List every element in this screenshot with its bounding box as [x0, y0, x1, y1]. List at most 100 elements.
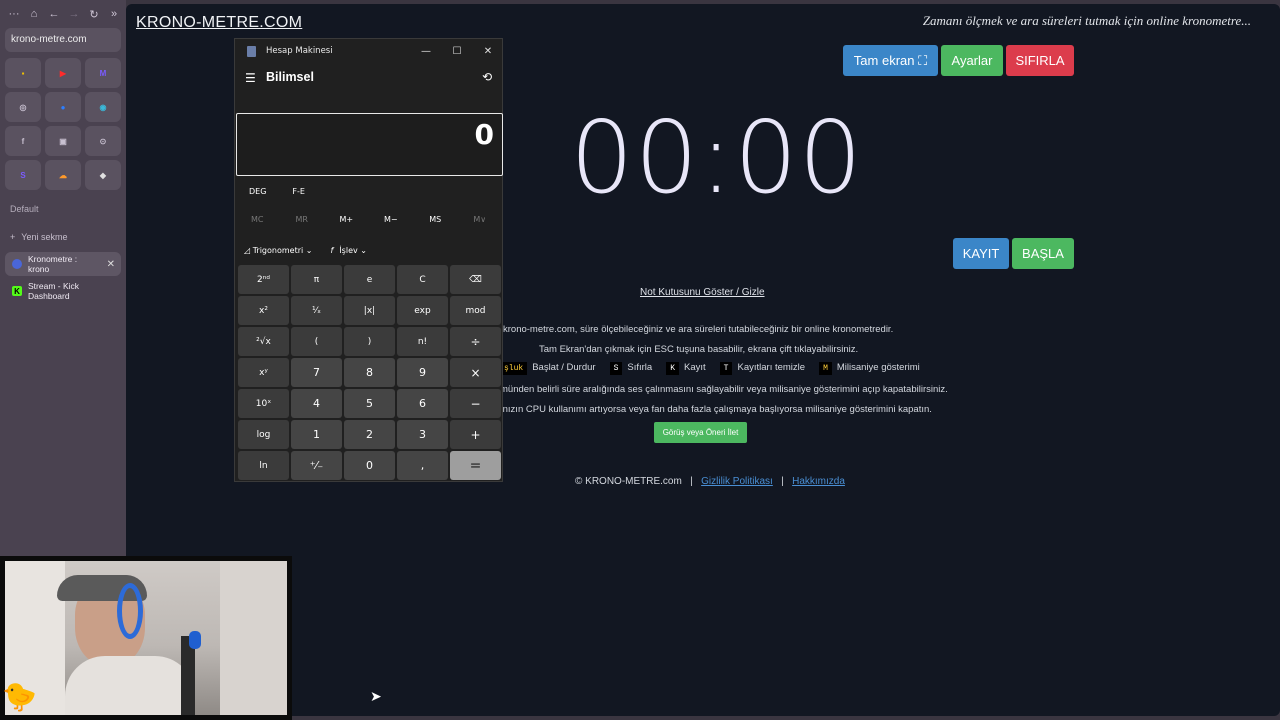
pinned-tab-7[interactable]: f: [5, 126, 41, 156]
calc-key[interactable]: exp: [397, 296, 448, 325]
calc-key[interactable]: 7: [291, 358, 342, 387]
calculator-header: ☰ Bilimsel ⟲: [235, 67, 502, 91]
memory-button-5[interactable]: M∨: [458, 215, 503, 224]
calc-key[interactable]: +: [450, 420, 501, 449]
trigonometry-dropdown[interactable]: ◿ Trigonometri ⌄: [244, 246, 312, 255]
calc-key[interactable]: 6: [397, 389, 448, 418]
pinned-tab-6[interactable]: ◉: [85, 92, 121, 122]
memory-button-1[interactable]: MR: [280, 215, 325, 224]
calculator-mode-title: Bilimsel: [266, 70, 314, 84]
pinned-tab-9[interactable]: ⊙: [85, 126, 121, 156]
space-label: Default: [10, 204, 39, 214]
calc-key[interactable]: 3: [397, 420, 448, 449]
pinned-tab-12[interactable]: ◆: [85, 160, 121, 190]
memory-button-0[interactable]: MC: [235, 215, 280, 224]
fullscreen-button[interactable]: Tam ekran ⛶: [843, 45, 938, 76]
pinned-tab-10[interactable]: S: [5, 160, 41, 190]
calc-key[interactable]: 0: [344, 451, 395, 480]
pinned-tab-11[interactable]: ☁: [45, 160, 81, 190]
back-icon[interactable]: ←: [44, 4, 64, 24]
pinned-tab-3[interactable]: M: [85, 58, 121, 88]
calc-key[interactable]: ÷: [450, 327, 501, 356]
maximize-icon[interactable]: ☐: [442, 43, 472, 59]
more-icon[interactable]: »: [104, 4, 124, 24]
address-bar[interactable]: krono-metre.com: [5, 28, 121, 52]
calc-key[interactable]: ,: [397, 451, 448, 480]
hamburger-menu-icon[interactable]: ☰: [245, 71, 257, 85]
memory-button-4[interactable]: MS: [413, 215, 458, 224]
pinned-tab-8[interactable]: ▣: [45, 126, 81, 156]
feedback-button[interactable]: Görüş veya Öneri İlet: [654, 422, 747, 443]
function-dropdown[interactable]: f İşlev ⌄: [330, 246, 366, 255]
calc-key[interactable]: =: [450, 451, 501, 480]
calc-key[interactable]: ⁺⁄₋: [291, 451, 342, 480]
settings-button[interactable]: Ayarlar: [941, 45, 1003, 76]
memory-row: MC MR M+ M− MS M∨: [235, 215, 502, 224]
footer-separator: |: [690, 476, 693, 487]
calc-key[interactable]: 1: [291, 420, 342, 449]
calc-key[interactable]: ln: [238, 451, 289, 480]
pinned-site-icon: ▣: [59, 136, 67, 146]
calc-key[interactable]: 2: [344, 420, 395, 449]
home-icon[interactable]: ⌂: [24, 4, 44, 24]
kick-favicon-icon: K: [12, 286, 22, 296]
memory-button-2[interactable]: M+: [324, 215, 369, 224]
record-button[interactable]: KAYIT: [953, 238, 1009, 269]
calc-key[interactable]: 10ˣ: [238, 389, 289, 418]
calculator-app-icon: [247, 45, 256, 57]
calc-key[interactable]: ¹⁄ₓ: [291, 296, 342, 325]
calc-key[interactable]: mod: [450, 296, 501, 325]
close-tab-icon[interactable]: ✕: [107, 259, 115, 270]
calc-key[interactable]: ²√x: [238, 327, 289, 356]
tab-title: Kronometre : krono: [28, 254, 78, 274]
calc-key[interactable]: xʸ: [238, 358, 289, 387]
calc-key[interactable]: 2ⁿᵈ: [238, 265, 289, 294]
function-row: ◿ Trigonometri ⌄ f İşlev ⌄: [244, 246, 367, 255]
calc-key[interactable]: ⌫: [450, 265, 501, 294]
triangle-icon: ◿: [244, 246, 253, 255]
calc-key[interactable]: 4: [291, 389, 342, 418]
calculator-display: 0: [236, 113, 503, 176]
menu-icon[interactable]: ···: [4, 4, 24, 24]
close-icon[interactable]: ✕: [473, 43, 503, 59]
tab-kronometre[interactable]: Kronometre : krono ✕: [5, 252, 121, 276]
deg-button[interactable]: DEG: [249, 187, 266, 196]
tab-kick-dashboard[interactable]: K Stream - Kick Dashboard: [5, 279, 121, 303]
shortcut-reset: S Sıfırla: [609, 362, 652, 375]
memory-button-3[interactable]: M−: [369, 215, 414, 224]
privacy-link[interactable]: Gizlilik Politikası: [701, 476, 773, 487]
calc-key[interactable]: π: [291, 265, 342, 294]
shortcut-ms: M Milisaniye gösterimi: [819, 362, 920, 375]
calc-key[interactable]: n!: [397, 327, 448, 356]
calc-key[interactable]: ): [344, 327, 395, 356]
calc-key[interactable]: 8: [344, 358, 395, 387]
pinned-tab-4[interactable]: ◎: [5, 92, 41, 122]
calc-key[interactable]: ×: [450, 358, 501, 387]
reload-icon[interactable]: ↻: [84, 4, 104, 24]
calc-key[interactable]: log: [238, 420, 289, 449]
footer-copyright: © KRONO-METRE.com: [575, 476, 682, 487]
calc-key[interactable]: 5: [344, 389, 395, 418]
pinned-tab-2[interactable]: ▶: [45, 58, 81, 88]
calc-key[interactable]: (: [291, 327, 342, 356]
calc-key[interactable]: C: [397, 265, 448, 294]
start-button[interactable]: BAŞLA: [1012, 238, 1074, 269]
pinned-tab-1[interactable]: ▪: [5, 58, 41, 88]
minimize-icon[interactable]: —: [411, 43, 441, 59]
about-link[interactable]: Hakkımızda: [792, 476, 845, 487]
history-icon[interactable]: ⟲: [482, 70, 492, 84]
new-tab-button[interactable]: + Yeni sekme: [10, 232, 67, 242]
footer: © KRONO-METRE.com | Gizlilik Politikası …: [575, 476, 845, 487]
calc-key[interactable]: e: [344, 265, 395, 294]
fe-button[interactable]: F-E: [292, 187, 305, 196]
site-title-link[interactable]: KRONO-METRE.COM: [136, 14, 302, 32]
toggle-notes-link[interactable]: Not Kutusunu Göster / Gizle: [640, 287, 765, 298]
calc-key[interactable]: x²: [238, 296, 289, 325]
forward-icon[interactable]: →: [64, 4, 84, 24]
window-title: Hesap Makinesi: [266, 46, 333, 56]
pinned-tab-5[interactable]: ●: [45, 92, 81, 122]
calc-key[interactable]: 9: [397, 358, 448, 387]
reset-button[interactable]: SIFIRLA: [1006, 45, 1074, 76]
calc-key[interactable]: −: [450, 389, 501, 418]
calc-key[interactable]: |x|: [344, 296, 395, 325]
